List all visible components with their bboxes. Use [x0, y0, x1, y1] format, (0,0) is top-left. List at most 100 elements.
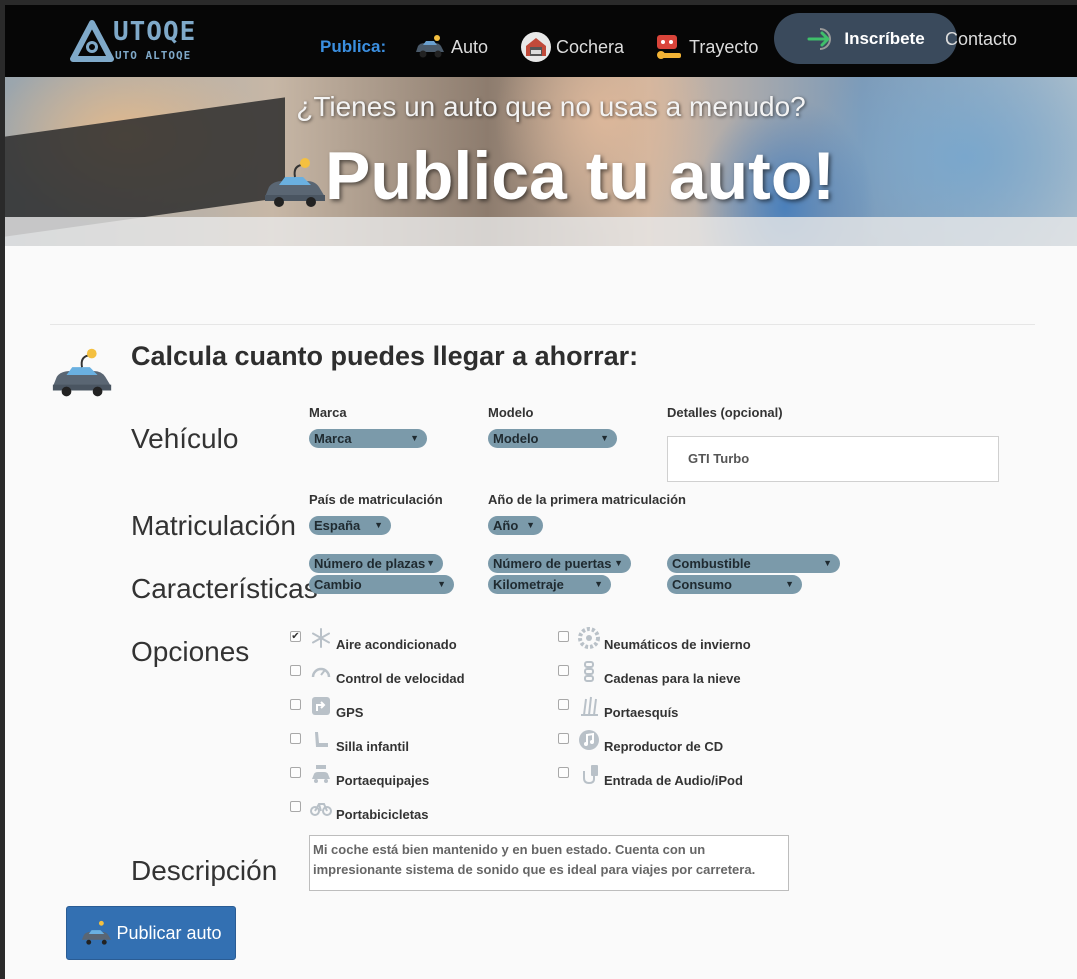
consumption-select-value: Consumo: [672, 577, 732, 592]
garage-icon: [521, 32, 551, 62]
dropdown-arrow-icon: ▼: [410, 433, 419, 443]
sign-in-icon: [807, 27, 832, 50]
top-navbar: UTOQE UTO ALTOQE Publica: Auto Cochera T…: [5, 5, 1077, 77]
dropdown-arrow-icon: ▼: [426, 558, 435, 568]
cd-icon: [579, 730, 599, 750]
country-select-value: España: [314, 518, 361, 533]
seats-select[interactable]: Número de plazas ▼: [309, 554, 443, 573]
gearbox-select-value: Cambio: [314, 577, 362, 592]
option-checkbox-neumaticos[interactable]: [558, 631, 569, 642]
section-vehiculo: Vehículo: [131, 423, 239, 454]
hero-subtitle: ¿Tienes un auto que no usas a menudo?: [296, 91, 806, 122]
dropdown-arrow-icon: ▼: [600, 433, 609, 443]
dropdown-arrow-icon: ▼: [526, 520, 535, 530]
logo-subtitle: UTO ALTOQE: [115, 49, 192, 62]
car-plug-icon: [52, 348, 112, 397]
mileage-select-value: Kilometraje: [493, 577, 564, 592]
option-checkbox-portabicicletas[interactable]: [290, 801, 301, 812]
calculator-title: Calcula cuanto puedes llegar a ahorrar:: [131, 341, 639, 371]
brand-select-value: Marca: [314, 431, 352, 446]
doors-select[interactable]: Número de puertas ▼: [488, 554, 631, 573]
option-label-portabicicletas: Portabicicletas: [336, 807, 429, 822]
option-label-gps: GPS: [336, 705, 364, 720]
option-label-control-velocidad: Control de velocidad: [336, 671, 465, 686]
fuel-select[interactable]: Combustible ▼: [667, 554, 840, 573]
description-textarea[interactable]: Mi coche está bien mantenido y en buen e…: [309, 835, 789, 891]
country-select[interactable]: España ▼: [309, 516, 391, 535]
car-plug-icon: [82, 920, 112, 945]
brand-select[interactable]: Marca ▼: [309, 429, 427, 448]
snow-chain-icon: [584, 661, 594, 682]
section-matriculacion: Matriculación: [131, 510, 296, 541]
nav-item-cochera[interactable]: Cochera: [520, 29, 624, 65]
mileage-select[interactable]: Kilometraje ▼: [488, 575, 611, 594]
nav-item-auto[interactable]: Auto: [413, 29, 488, 65]
consumption-select[interactable]: Consumo ▼: [667, 575, 802, 594]
car-plug-icon: [265, 158, 325, 207]
site-logo[interactable]: UTOQE UTO ALTOQE: [67, 17, 217, 69]
hero-banner: ¿Tienes un auto que no usas a menudo? Pu…: [5, 77, 1077, 246]
fuel-select-value: Combustible: [672, 556, 751, 571]
dropdown-arrow-icon: ▼: [594, 579, 603, 589]
publish-car-button[interactable]: Publicar auto: [66, 906, 236, 960]
model-label: Modelo: [488, 405, 534, 420]
year-select[interactable]: Año ▼: [488, 516, 543, 535]
gps-icon: [312, 697, 330, 715]
section-caracteristicas: Características: [131, 573, 318, 604]
option-checkbox-cadenas[interactable]: [558, 665, 569, 676]
page: UTOQE UTO ALTOQE Publica: Auto Cochera T…: [5, 5, 1077, 979]
option-checkbox-control-velocidad[interactable]: [290, 665, 301, 676]
section-descripcion: Descripción: [131, 855, 278, 886]
car-icon: [416, 35, 444, 58]
dropdown-arrow-icon: ▼: [437, 579, 446, 589]
dropdown-arrow-icon: ▼: [823, 558, 832, 568]
details-label: Detalles (opcional): [667, 405, 783, 420]
ski-rack-icon: [581, 696, 598, 716]
section-divider: [50, 324, 1035, 325]
year-select-value: Año: [493, 518, 519, 533]
dropdown-arrow-icon: ▼: [614, 558, 623, 568]
option-checkbox-cd[interactable]: [558, 733, 569, 744]
option-checkbox-portaesquis[interactable]: [558, 699, 569, 710]
snowflake-icon: [312, 628, 330, 648]
option-checkbox-portaequipajes[interactable]: [290, 767, 301, 778]
option-label-audio: Entrada de Audio/iPod: [604, 773, 743, 788]
option-label-aire: Aire acondicionado: [336, 637, 457, 652]
option-label-cadenas: Cadenas para la nieve: [604, 671, 741, 686]
gearbox-select[interactable]: Cambio ▼: [309, 575, 454, 594]
signup-label: Inscríbete: [844, 28, 925, 48]
signup-button[interactable]: Inscríbete: [774, 13, 957, 64]
logo-mark-icon: [70, 20, 114, 62]
dropdown-arrow-icon: ▼: [785, 579, 794, 589]
nav-item-cochera-label: Cochera: [556, 36, 625, 57]
nav-contacto[interactable]: Contacto: [945, 29, 1017, 50]
speedometer-icon: [311, 667, 331, 678]
option-checkbox-audio[interactable]: [558, 767, 569, 778]
model-select[interactable]: Modelo ▼: [488, 429, 617, 448]
option-checkbox-gps[interactable]: [290, 699, 301, 710]
doors-select-value: Número de puertas: [493, 556, 612, 571]
dropdown-arrow-icon: ▼: [374, 520, 383, 530]
child-seat-icon: [315, 732, 328, 747]
brand-label: Marca: [309, 405, 347, 420]
option-checkbox-aire[interactable]: ✔: [290, 631, 301, 642]
option-label-cd: Reproductor de CD: [604, 739, 724, 754]
option-checkbox-silla[interactable]: [290, 733, 301, 744]
option-label-portaequipajes: Portaequipajes: [336, 773, 430, 788]
roof-rack-icon: [312, 765, 330, 783]
hero-title: Publica tu auto!: [325, 138, 835, 214]
model-select-value: Modelo: [493, 431, 539, 446]
nav-item-trayecto-label: Trayecto: [689, 36, 759, 57]
logo-title: UTOQE: [113, 17, 197, 47]
audio-input-icon: [583, 765, 598, 785]
option-label-neumaticos: Neumáticos de invierno: [604, 637, 751, 652]
nav-publica-label: Publica:: [320, 37, 387, 56]
details-input[interactable]: GTI Turbo: [667, 436, 999, 482]
hero-background-strip: [5, 217, 1077, 246]
option-label-silla: Silla infantil: [336, 739, 409, 754]
section-opciones: Opciones: [131, 636, 250, 667]
nav-item-trayecto[interactable]: Trayecto: [653, 29, 758, 65]
year-label: Año de la primera matriculación: [488, 492, 686, 507]
tire-icon: [578, 627, 600, 649]
route-icon: [657, 35, 681, 59]
